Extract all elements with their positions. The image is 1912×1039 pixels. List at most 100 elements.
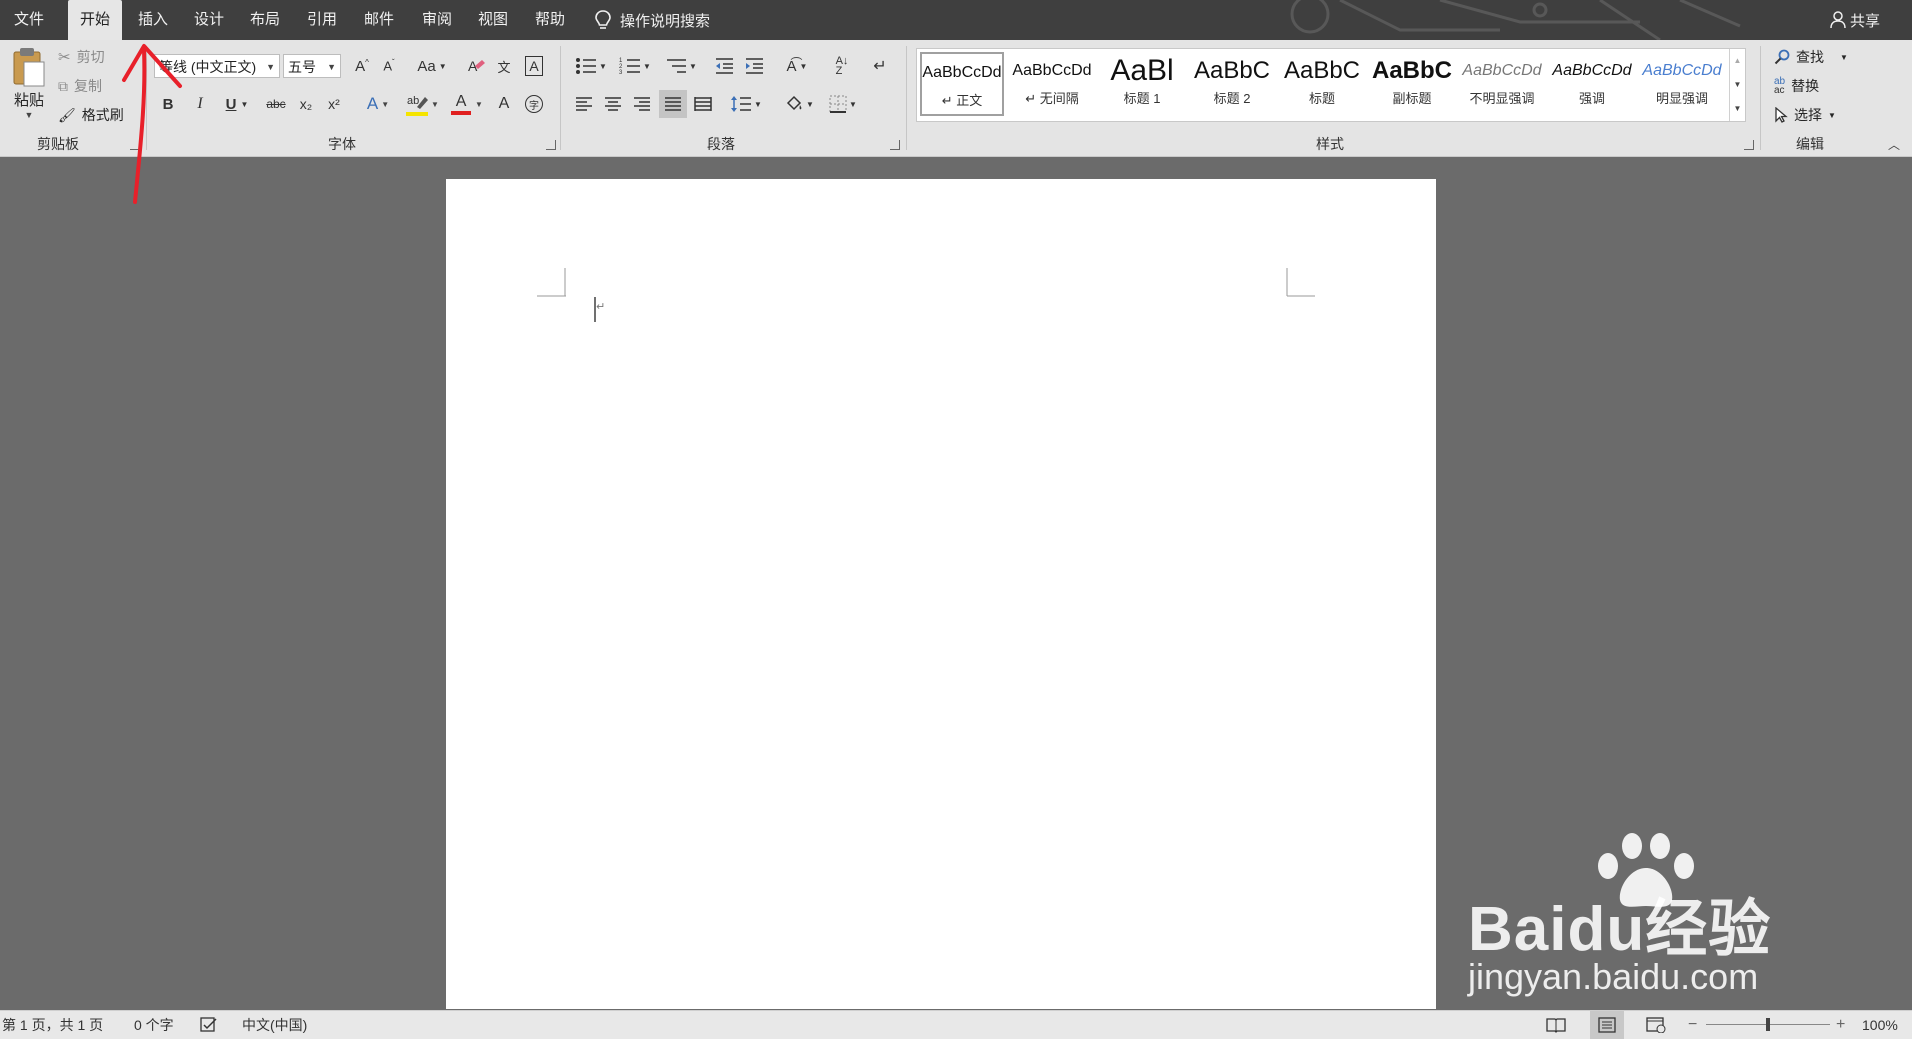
decrease-indent-button[interactable]	[712, 54, 736, 78]
underline-button[interactable]: U ▼	[218, 92, 256, 116]
borders-button[interactable]: ▼	[824, 92, 862, 116]
strikethrough-label: abc	[266, 97, 286, 111]
style-intense-emphasis[interactable]: AaBbCcDd 明显强调	[1640, 52, 1724, 116]
subscript-button[interactable]: x₂	[294, 92, 318, 116]
justify-button[interactable]	[659, 90, 687, 118]
increase-indent-button[interactable]	[742, 54, 766, 78]
read-mode-button[interactable]	[1546, 1011, 1566, 1039]
character-border-button[interactable]: A	[522, 54, 546, 78]
paragraph-dialog-launcher[interactable]	[890, 140, 900, 150]
share-button[interactable]: 共享	[1830, 0, 1880, 40]
print-layout-button[interactable]	[1590, 1011, 1624, 1039]
replace-label: 替换	[1791, 78, 1820, 94]
shading-button[interactable]: ▼	[780, 92, 818, 116]
character-shading-button[interactable]: A	[492, 92, 516, 116]
chevron-down-icon: ▼	[266, 62, 275, 72]
strikethrough-button[interactable]: abc	[262, 92, 290, 116]
chevron-down-icon: ▼	[643, 61, 651, 71]
distributed-icon	[694, 97, 712, 111]
zoom-out-button[interactable]: −	[1688, 1011, 1697, 1039]
zoom-slider[interactable]	[1706, 1018, 1830, 1031]
group-separator	[1760, 46, 1761, 150]
copy-label: 复制	[74, 78, 102, 94]
style-heading-1[interactable]: AaBl 标题 1	[1100, 52, 1184, 116]
change-case-button[interactable]: Aa ▼	[412, 54, 452, 78]
style-name: 明显强调	[1655, 91, 1708, 106]
align-center-button[interactable]	[601, 92, 625, 116]
clear-formatting-button[interactable]: A	[464, 54, 488, 78]
style-subtle-emphasis[interactable]: AaBbCcDd 不明显强调	[1460, 52, 1544, 116]
zoom-slider-thumb[interactable]	[1766, 1018, 1770, 1031]
sort-button[interactable]: A↓ Z	[830, 54, 854, 78]
font-color-button[interactable]: A ▼	[448, 90, 486, 118]
zoom-level[interactable]: 100%	[1862, 1011, 1898, 1039]
find-button[interactable]: 查找 ▼	[1774, 46, 1848, 68]
enclose-characters-button[interactable]: 字	[522, 92, 546, 116]
replace-button[interactable]: ab ac 替换	[1774, 75, 1819, 97]
chinese-layout-button[interactable]: A͡ ▼	[778, 54, 816, 78]
tab-home[interactable]: 开始	[68, 0, 122, 40]
style-subtitle[interactable]: AaBbC 副标题	[1370, 52, 1454, 116]
svg-text:3: 3	[619, 70, 623, 75]
distributed-button[interactable]	[691, 92, 715, 116]
style-heading-2[interactable]: AaBbC 标题 2	[1190, 52, 1274, 116]
justify-icon	[665, 97, 681, 111]
line-spacing-button[interactable]: ▼	[726, 92, 766, 116]
align-left-button[interactable]	[572, 92, 596, 116]
tab-layout[interactable]: 布局	[238, 0, 292, 40]
tab-view[interactable]: 视图	[466, 0, 520, 40]
language-indicator[interactable]: 中文(中国)	[242, 1011, 307, 1039]
zoom-in-button[interactable]: +	[1836, 1011, 1845, 1039]
copy-button[interactable]: ⧉ 复制	[58, 75, 102, 97]
styles-dialog-launcher[interactable]	[1744, 140, 1754, 150]
bullets-button[interactable]: ▼	[572, 54, 610, 78]
styles-gallery-scroll[interactable]: ▲ ▼ ▼	[1729, 49, 1745, 121]
underline-label: U	[225, 95, 237, 113]
style-title[interactable]: AaBbC 标题	[1280, 52, 1364, 116]
font-size-combo[interactable]: 五号 ▼	[283, 54, 341, 78]
word-count[interactable]: 0 个字	[134, 1011, 174, 1039]
style-normal[interactable]: AaBbCcDd ↵ 正文	[920, 52, 1004, 116]
tab-references[interactable]: 引用	[295, 0, 349, 40]
clipboard-paste-icon	[13, 48, 45, 87]
page-count[interactable]: 第 1 页，共 1 页	[2, 1011, 103, 1039]
font-dialog-launcher[interactable]	[546, 140, 556, 150]
paste-button[interactable]: 粘贴 ▼	[8, 44, 50, 128]
multilevel-list-button[interactable]: ▼	[662, 54, 700, 78]
style-emphasis[interactable]: AaBbCcDd 强调	[1550, 52, 1634, 116]
collapse-ribbon-button[interactable]: ︿	[1888, 136, 1900, 153]
style-name: 不明显强调	[1469, 91, 1535, 106]
superscript-button[interactable]: x²	[322, 92, 346, 116]
proofing-button[interactable]	[200, 1011, 218, 1039]
show-formatting-marks-button[interactable]: ↵	[868, 54, 892, 78]
tell-me-label: 操作说明搜索	[620, 12, 711, 30]
tab-design[interactable]: 设计	[182, 0, 236, 40]
sort-icon: A↓ Z	[835, 55, 849, 77]
phonetic-guide-button[interactable]: 文	[492, 54, 516, 78]
character-shading-letter: A	[498, 95, 510, 112]
tab-mailings[interactable]: 邮件	[352, 0, 406, 40]
chevron-down-icon: ▼	[689, 61, 697, 71]
style-name: 标题 2	[1213, 91, 1251, 106]
cut-button[interactable]: ✂ 剪切	[58, 46, 105, 68]
menu-bar: 文件 开始 插入 设计 布局 引用 邮件 审阅 视图 帮助 操作说明搜索 共享	[0, 0, 1912, 40]
document-page[interactable]: ↵	[446, 179, 1436, 1009]
superscript-label: x²	[328, 96, 340, 112]
tell-me-search[interactable]: 操作说明搜索	[594, 0, 710, 40]
grow-font-button[interactable]: A^	[350, 54, 374, 78]
editing-group-label: 编辑	[1796, 136, 1824, 152]
shrink-font-button[interactable]: Aˇ	[377, 54, 401, 78]
web-layout-button[interactable]	[1646, 1011, 1666, 1039]
select-button[interactable]: 选择 ▼	[1774, 104, 1836, 126]
clear-formatting-icon: A	[468, 58, 485, 74]
align-right-button[interactable]	[630, 92, 654, 116]
paragraph-mark-icon: ↵	[873, 58, 887, 75]
style-no-spacing[interactable]: AaBbCcDd ↵ 无间隔	[1010, 52, 1094, 116]
tab-file[interactable]: 文件	[0, 0, 58, 40]
highlight-button[interactable]: ab ▼	[402, 90, 442, 118]
tab-help[interactable]: 帮助	[523, 0, 577, 40]
tab-insert[interactable]: 插入	[126, 0, 180, 40]
numbering-button[interactable]: 123 ▼	[616, 54, 654, 78]
tab-review[interactable]: 审阅	[410, 0, 464, 40]
text-effects-button[interactable]: A ▼	[360, 92, 396, 116]
